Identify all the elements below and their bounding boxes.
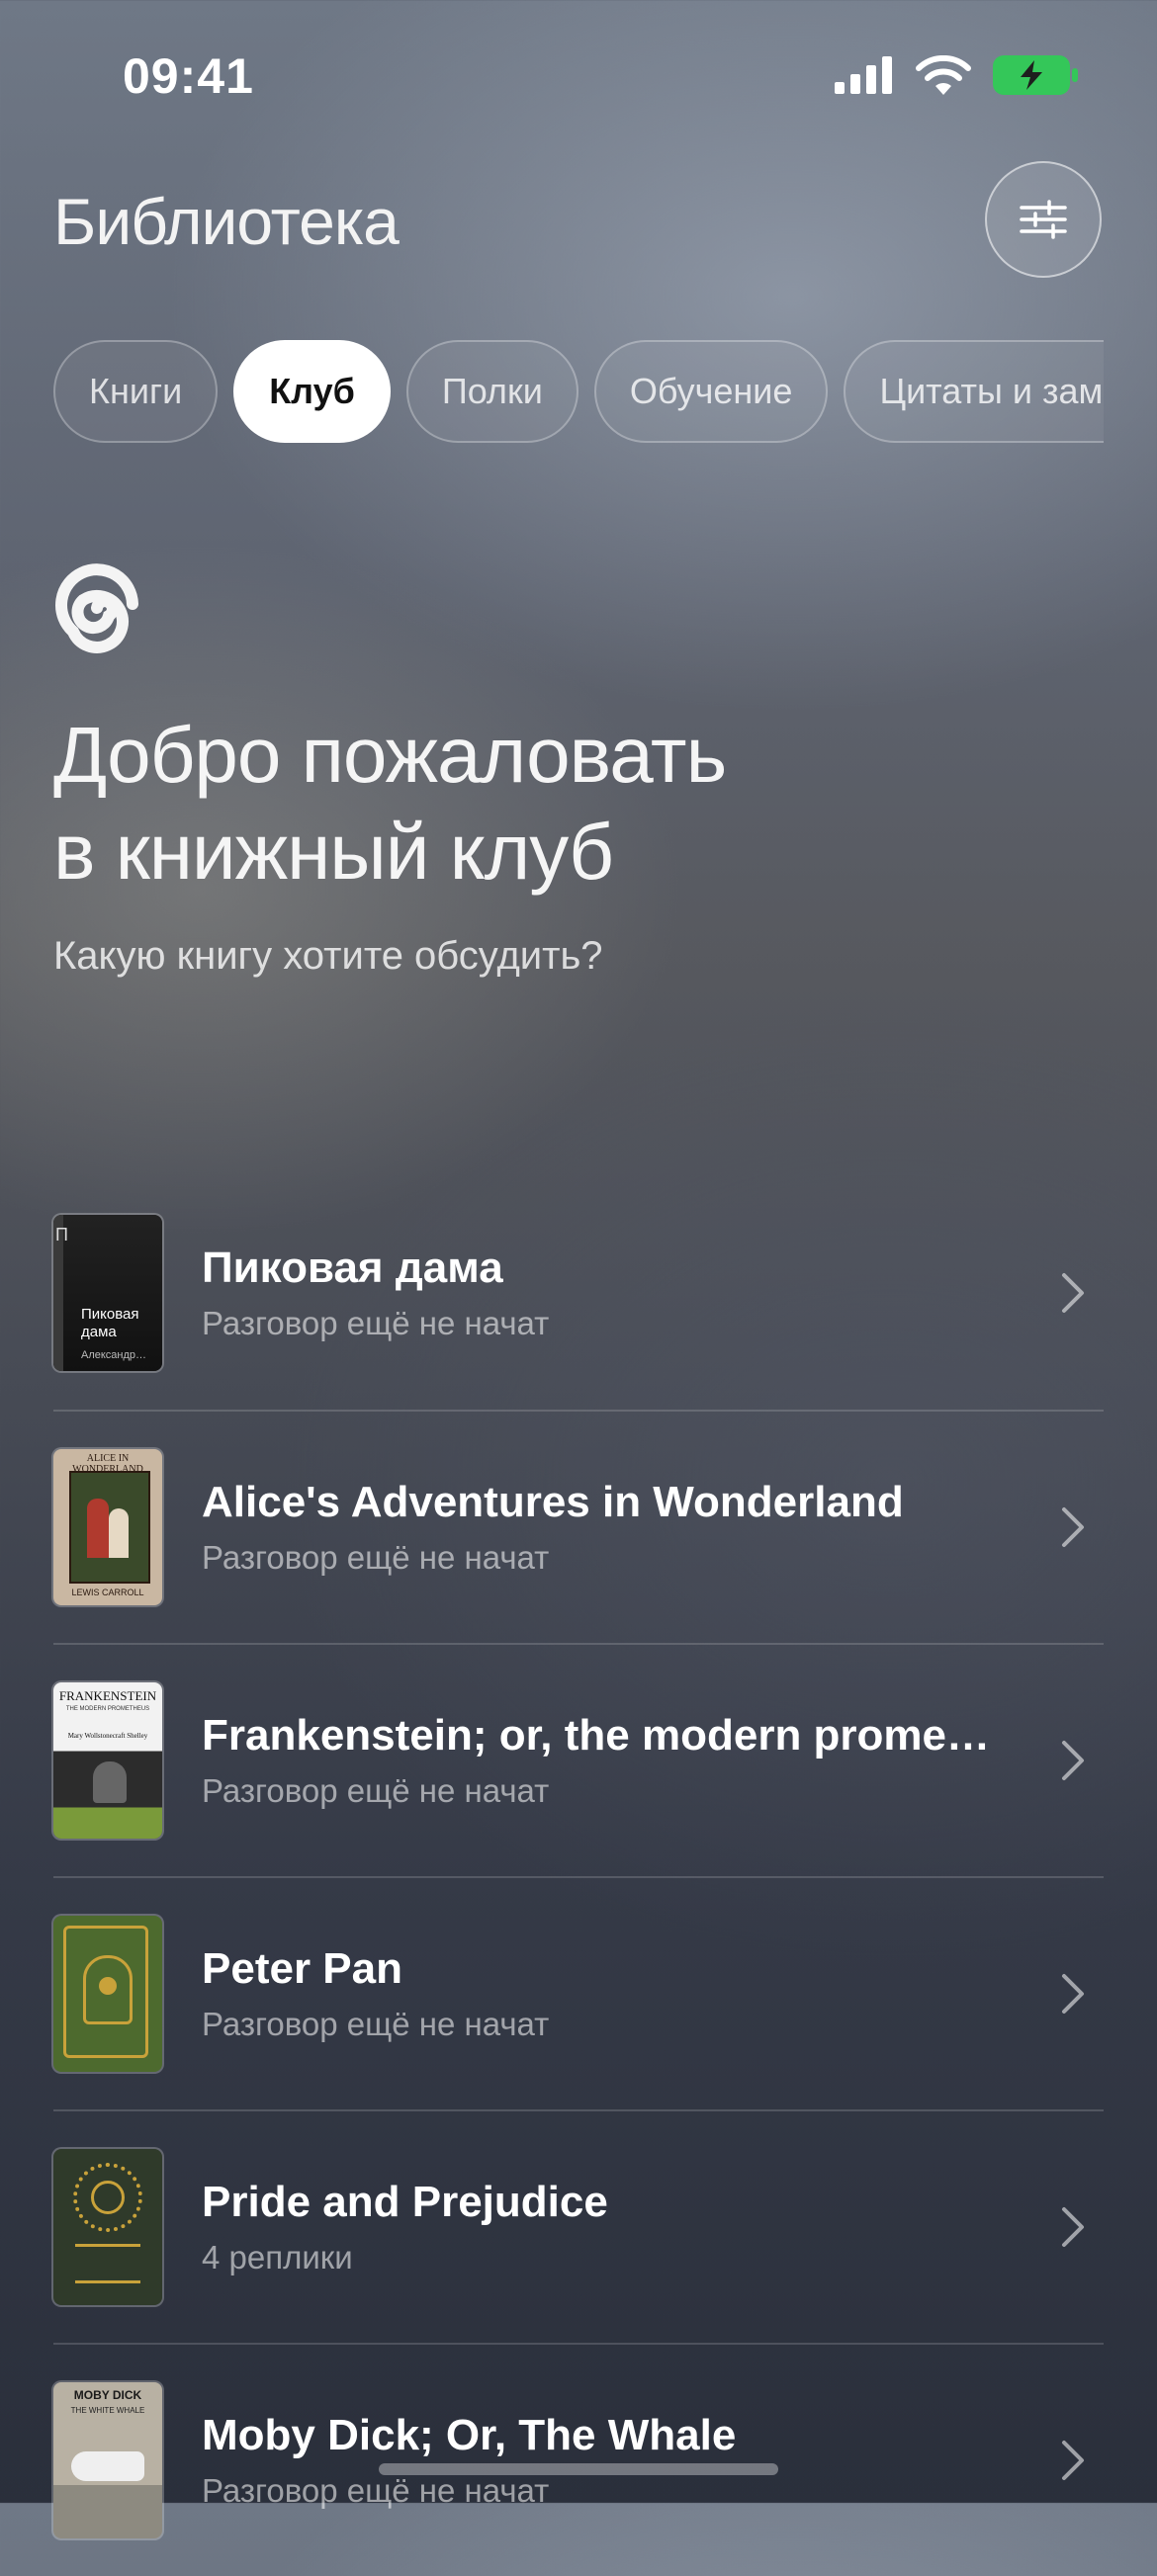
book-cover [53, 1916, 162, 2072]
conversation-status: 4 реплики [202, 2239, 353, 2275]
book-title: Frankenstein; or, the modern promet… [202, 1711, 993, 1760]
list-item[interactable]: MOBY DICK THE WHITE WHALE Moby Dick; Or,… [53, 2343, 1104, 2576]
list-item[interactable]: ALICE IN WONDERLAND LEWIS CARROLL Alice'… [53, 1410, 1104, 1643]
conversation-status: Разговор ещё не начат [202, 1772, 550, 1809]
list-item[interactable]: Peter Pan Разговор ещё не начат [53, 1876, 1104, 2109]
club-subtitle: Какую книгу хотите обсудить? [53, 934, 603, 978]
book-cover: П Пиковая дама Александр… [53, 1215, 162, 1371]
conversation-status: Разговор ещё не начат [202, 2472, 550, 2509]
status-icons [835, 55, 1078, 95]
cellular-signal-icon [835, 56, 892, 94]
book-cover: FRANKENSTEIN THE MODERN PROMETHEUS Mary … [53, 1682, 162, 1839]
chevron-right-icon [1062, 1741, 1084, 1780]
page-title: Библиотека [53, 185, 400, 258]
book-title: Пиковая дама [202, 1244, 503, 1292]
spiral-icon [55, 563, 138, 653]
chevron-right-icon [1062, 1974, 1084, 2014]
conversation-status: Разговор ещё не начат [202, 1305, 550, 1341]
book-cover: ALICE IN WONDERLAND LEWIS CARROLL [53, 1449, 162, 1605]
book-cover [53, 2149, 162, 2305]
filter-button[interactable] [985, 161, 1102, 278]
conversation-status: Разговор ещё не начат [202, 1539, 550, 1576]
library-tabs: Книги Клуб Полки Обучение Цитаты и замет… [53, 340, 1104, 449]
book-title: Alice's Adventures in Wonderland [202, 1478, 904, 1526]
chevron-right-icon [1062, 1273, 1084, 1313]
book-title: Peter Pan [202, 1944, 402, 1993]
sliders-icon [1020, 200, 1067, 239]
book-cover: MOBY DICK THE WHITE WHALE [53, 2382, 162, 2538]
tab-books[interactable]: Книги [53, 340, 219, 443]
tab-quotes-notes[interactable]: Цитаты и заметки [844, 340, 1104, 443]
book-title: Pride and Prejudice [202, 2178, 608, 2226]
chevron-right-icon [1062, 2441, 1084, 2480]
wifi-icon [916, 55, 971, 95]
tab-learning[interactable]: Обучение [593, 340, 829, 443]
conversation-status: Разговор ещё не начат [202, 2006, 550, 2042]
status-time: 09:41 [123, 48, 254, 104]
book-title: Moby Dick; Or, The Whale [202, 2411, 737, 2459]
battery-charging-icon [993, 55, 1078, 95]
welcome-heading: Добро пожаловать в книжный клуб [53, 711, 727, 896]
list-item[interactable]: П Пиковая дама Александр… Пиковая дама Р… [53, 1176, 1104, 1410]
list-item[interactable]: FRANKENSTEIN THE MODERN PROMETHEUS Mary … [53, 1643, 1104, 1876]
home-indicator[interactable] [379, 2463, 778, 2475]
book-list: П Пиковая дама Александр… Пиковая дама Р… [53, 1176, 1104, 2576]
tab-club[interactable]: Клуб [233, 340, 391, 443]
chevron-right-icon [1062, 1507, 1084, 1547]
chevron-right-icon [1062, 2207, 1084, 2247]
tab-shelves[interactable]: Полки [405, 340, 578, 443]
list-item[interactable]: Pride and Prejudice 4 реплики [53, 2109, 1104, 2343]
